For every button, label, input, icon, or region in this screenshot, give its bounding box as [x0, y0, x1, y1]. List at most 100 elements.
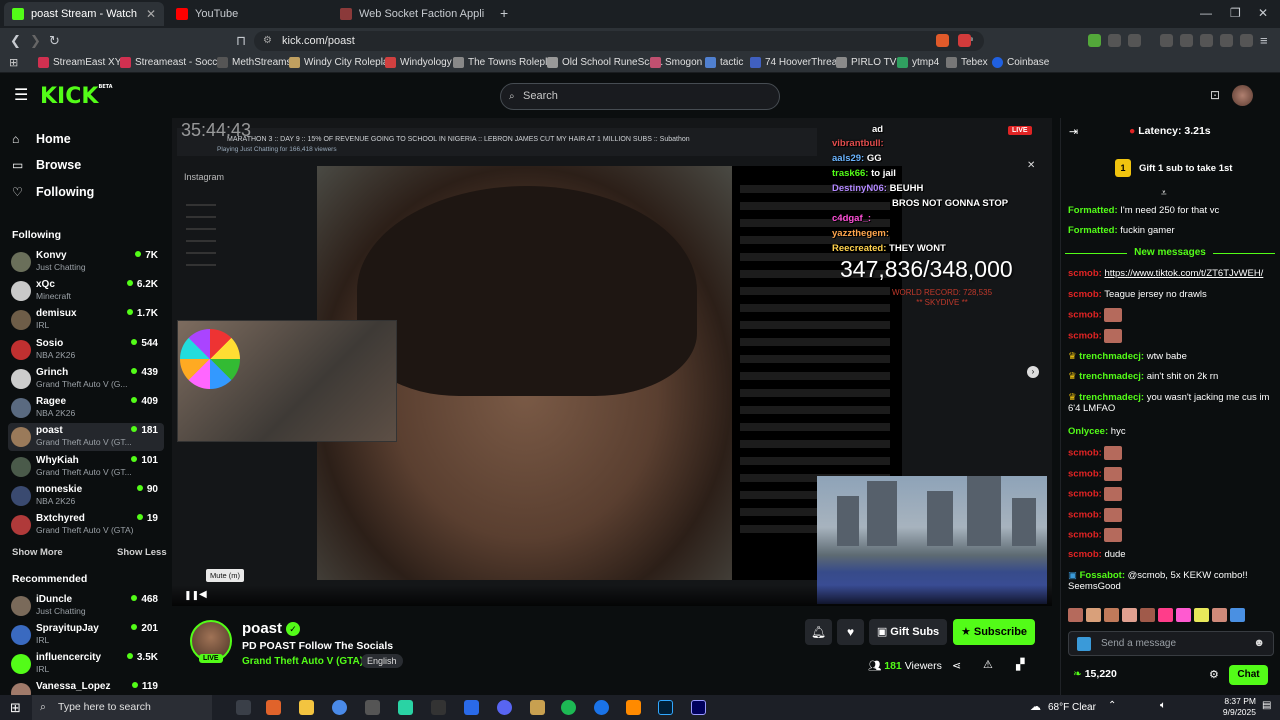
chat-username[interactable]: scmob:	[1068, 289, 1102, 300]
share-icon[interactable]: ⋖	[952, 659, 961, 672]
nav-following[interactable]: ♡ Following	[12, 185, 94, 199]
premiere-icon[interactable]	[691, 700, 706, 715]
chat-username[interactable]: scmob:	[1068, 549, 1102, 560]
media-icon[interactable]	[1160, 34, 1173, 47]
app-icon[interactable]	[464, 700, 479, 715]
chat-identity-icon[interactable]	[1077, 637, 1091, 651]
channel-item[interactable]: SprayitupJay IRL 201	[8, 621, 164, 649]
chrome-icon[interactable]	[332, 700, 347, 715]
photoshop-icon[interactable]	[658, 700, 673, 715]
chat-username[interactable]: Formatted:	[1068, 205, 1118, 216]
show-less-link[interactable]: Show Less	[117, 547, 167, 558]
expand-pinned-icon[interactable]: ⩡	[1161, 188, 1167, 199]
chat-input[interactable]: Send a message ☻	[1068, 631, 1274, 656]
tray-chevron-icon[interactable]: ⌃	[1108, 700, 1116, 711]
chat-username[interactable]: scmob:	[1068, 310, 1102, 321]
chat-username[interactable]: trenchmadecj:	[1079, 371, 1144, 382]
extensions-icon[interactable]	[1108, 34, 1121, 47]
video-player[interactable]: 35:44:43 MARATHON 3 :: DAY 9 :: 15% OF R…	[172, 118, 1052, 606]
send-chat-button[interactable]: Chat	[1229, 665, 1268, 685]
chat-username[interactable]: scmob:	[1068, 448, 1102, 459]
chat-username[interactable]: scmob:	[1068, 510, 1102, 521]
clock[interactable]: 8:37 PM 9/9/2025	[1223, 696, 1256, 718]
bookmark-item[interactable]: ytmp4	[897, 57, 939, 68]
channel-points[interactable]: ❧ 15,220	[1073, 668, 1117, 680]
channel-item[interactable]: Grinch Grand Theft Auto V (G... 439	[8, 365, 164, 393]
emote-icon[interactable]	[1194, 608, 1209, 622]
emote-icon[interactable]	[1122, 608, 1137, 622]
bookmark-item[interactable]: Old School RuneSca...	[547, 57, 663, 68]
taskbar-search-input[interactable]: ⌕ Type here to search	[32, 695, 212, 720]
channel-item[interactable]: Vanessa_Lopez 119	[8, 679, 164, 695]
bookmark-item[interactable]: tactic	[705, 57, 743, 68]
language-tag[interactable]: English	[361, 654, 403, 668]
nav-home[interactable]: ⌂ Home	[12, 132, 71, 146]
app-icon[interactable]	[594, 700, 609, 715]
channel-item[interactable]: Sosio NBA 2K26 544	[8, 336, 164, 364]
vpn-icon[interactable]	[1240, 34, 1253, 47]
weather-text[interactable]: 68°F Clear	[1048, 702, 1096, 713]
scan-icon[interactable]: ⊡	[1210, 88, 1220, 102]
chat-username[interactable]: scmob:	[1068, 469, 1102, 480]
stream-category[interactable]: Grand Theft Auto V (GTA)	[242, 656, 363, 667]
channel-item-selected[interactable]: poast Grand Theft Auto V (GT... 181	[8, 423, 164, 451]
nav-browse[interactable]: ▭ Browse	[12, 158, 81, 172]
bookmark-item[interactable]: Smogon	[650, 57, 702, 68]
hamburger-menu-icon[interactable]: ☰	[14, 85, 28, 105]
channel-item[interactable]: WhyKiah Grand Theft Auto V (GT... 101	[8, 453, 164, 481]
maximize-icon[interactable]: ❐	[1230, 6, 1241, 20]
windows-start-icon[interactable]: ⊞	[10, 700, 21, 716]
chat-username[interactable]: Formatted:	[1068, 225, 1118, 236]
chat-username[interactable]: Onlycee:	[1068, 426, 1108, 437]
subscribe-button[interactable]: ★ Subscribe	[953, 619, 1035, 645]
notification-icon[interactable]: ▤	[1262, 700, 1271, 711]
app-icon[interactable]	[398, 700, 413, 715]
chat-username[interactable]: scmob:	[1068, 268, 1102, 279]
speaker-icon[interactable]: 🔈︎	[1160, 700, 1166, 711]
kick-logo[interactable]: KICKBETA	[40, 84, 113, 109]
app-icon[interactable]	[365, 700, 380, 715]
chat-username[interactable]: trenchmadecj:	[1079, 351, 1144, 362]
channel-item[interactable]: Konvy Just Chatting 7K	[8, 248, 164, 276]
sidebar-icon[interactable]	[1180, 34, 1193, 47]
app-icon[interactable]	[626, 700, 641, 715]
channel-item[interactable]: xQc Minecraft 6.2K	[8, 277, 164, 305]
chat-username[interactable]: trenchmadecj:	[1079, 392, 1144, 403]
bookmark-item[interactable]: Tebex	[946, 57, 988, 68]
discord-icon[interactable]	[497, 700, 512, 715]
app-icon[interactable]	[431, 700, 446, 715]
forward-icon[interactable]: ❯	[30, 33, 41, 49]
bookmark-item[interactable]: StreamEast XYZ	[38, 57, 127, 68]
channel-item[interactable]: demisux IRL 1.7K	[8, 306, 164, 334]
wallet-icon[interactable]	[1200, 34, 1213, 47]
channel-item[interactable]: Ragee NBA 2K26 409	[8, 394, 164, 422]
chat-settings-gear-icon[interactable]: ⚙	[1209, 668, 1219, 681]
emoji-picker-icon[interactable]: ☻	[1253, 632, 1265, 655]
file-explorer-icon[interactable]	[299, 700, 314, 715]
emote-icon[interactable]	[1212, 608, 1227, 622]
emote-icon[interactable]	[1230, 608, 1245, 622]
tab-youtube[interactable]: YouTube	[168, 2, 328, 26]
channel-item[interactable]: iDuncle Just Chatting 468	[8, 592, 164, 620]
reload-icon[interactable]: ↻	[49, 33, 60, 49]
channel-item[interactable]: influencercity IRL 3.5K	[8, 650, 164, 678]
brave-rewards-icon[interactable]	[958, 34, 971, 47]
streamer-name[interactable]: poast	[242, 620, 282, 637]
bookmark-item[interactable]: MethStreams	[217, 57, 291, 68]
emote-icon[interactable]	[1158, 608, 1173, 622]
app-icon[interactable]	[530, 700, 545, 715]
emote-icon[interactable]	[1140, 608, 1155, 622]
gift-leaderboard-banner[interactable]: Gift 1 sub to take 1st	[1139, 163, 1232, 174]
collapse-chat-icon[interactable]: ⇥	[1069, 125, 1078, 138]
emote-icon[interactable]	[1086, 608, 1101, 622]
url-field[interactable]: ⚙ kick.com/poast ⇗	[254, 31, 984, 51]
chat-username[interactable]: Fossabot:	[1080, 570, 1125, 581]
menu-icon[interactable]: ≡	[1260, 33, 1268, 48]
apps-grid-icon[interactable]: ⊞	[9, 56, 18, 69]
task-view-icon[interactable]	[236, 700, 251, 715]
minimize-icon[interactable]: —	[1200, 6, 1212, 20]
close-tab-icon[interactable]: ✕	[146, 7, 156, 21]
site-info-icon[interactable]: ⚙	[263, 31, 272, 51]
chat-link[interactable]: https://www.tiktok.com/t/ZT6TJvWEH/	[1104, 268, 1263, 279]
volume-icon[interactable]: ◀	[199, 589, 207, 600]
